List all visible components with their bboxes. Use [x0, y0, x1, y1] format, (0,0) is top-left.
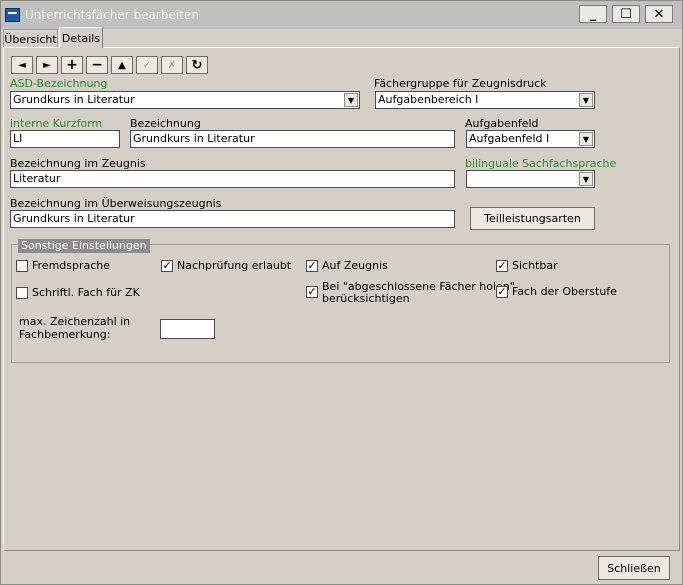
auf-zeugnis-label: Auf Zeugnis — [322, 259, 388, 272]
schriftl-label: Schriftl. Fach für ZK — [32, 286, 140, 299]
faechergruppe-label: Fächergruppe für Zeugnisdruck — [374, 77, 547, 90]
aufgabenfeld-label: Aufgabenfeld — [465, 117, 539, 130]
kurzform-input[interactable]: LI — [10, 130, 120, 148]
chevron-down-icon[interactable]: ▼ — [579, 93, 593, 107]
max-zeichen-label-line2: Fachbemerkung: — [19, 328, 111, 341]
fremdsprache-checkbox[interactable] — [16, 260, 28, 272]
faechergruppe-combobox[interactable]: Aufgabenbereich I ▼ — [375, 91, 595, 109]
cancel-record-button[interactable]: ✗ — [161, 56, 183, 74]
sichtbar-label: Sichtbar — [512, 259, 558, 272]
close-window-button[interactable]: ✕ — [645, 5, 673, 23]
ueberweisung-input[interactable]: Grundkurs in Literatur — [10, 210, 455, 228]
sichtbar-checkbox[interactable]: ✓ — [496, 260, 508, 272]
minimize-button[interactable]: _ — [579, 5, 607, 23]
chevron-down-icon[interactable]: ▼ — [579, 172, 593, 186]
tab-uebersicht[interactable]: Übersicht — [3, 29, 58, 48]
bilingual-combobox[interactable]: ▼ — [466, 170, 595, 188]
dialog-window: Unterrichtsfächer bearbeiten _ ☐ ✕ Übers… — [0, 0, 683, 585]
max-zeichen-input[interactable] — [160, 319, 215, 339]
abgeschlossen-checkbox[interactable]: ✓ — [306, 286, 318, 298]
schliessen-button[interactable]: Schließen — [598, 556, 670, 580]
prev-record-button[interactable]: ◄ — [11, 56, 33, 74]
zeugnis-input[interactable]: Literatur — [10, 170, 455, 188]
nachpruefung-label: Nachprüfung erlaubt — [177, 259, 292, 272]
kurzform-label: interne Kurzform — [10, 117, 103, 130]
delete-record-button[interactable]: − — [86, 56, 108, 74]
bezeichnung-input[interactable]: Grundkurs in Literatur — [130, 130, 455, 148]
app-icon — [5, 8, 20, 22]
oberstufe-label: Fach der Oberstufe — [512, 285, 617, 298]
add-record-button[interactable]: + — [61, 56, 83, 74]
asd-value: Grundkurs in Literatur — [13, 93, 135, 106]
asd-label: ASD-Bezeichnung — [10, 77, 108, 90]
group-title: Sonstige Einstellungen — [18, 239, 150, 253]
window-title: Unterrichtsfächer bearbeiten — [25, 8, 199, 22]
title-bar[interactable]: Unterrichtsfächer bearbeiten _ ☐ ✕ — [1, 1, 682, 29]
teilleistungsarten-button[interactable]: Teilleistungsarten — [470, 207, 595, 230]
tab-details[interactable]: Details — [59, 27, 103, 48]
aufgabenfeld-combobox[interactable]: Aufgabenfeld I ▼ — [466, 130, 595, 148]
next-record-button[interactable]: ► — [36, 56, 58, 74]
zeugnis-label: Bezeichnung im Zeugnis — [10, 157, 146, 170]
schriftl-checkbox[interactable] — [16, 287, 28, 299]
refresh-button[interactable]: ↻ — [186, 56, 208, 74]
oberstufe-checkbox[interactable]: ✓ — [496, 286, 508, 298]
maximize-button[interactable]: ☐ — [612, 5, 640, 23]
abgeschlossen-label-line2: berücksichtigen — [322, 292, 410, 305]
auf-zeugnis-checkbox[interactable]: ✓ — [306, 260, 318, 272]
edit-record-button[interactable]: ▲ — [111, 56, 133, 74]
aufgabenfeld-value: Aufgabenfeld I — [469, 132, 550, 145]
fremdsprache-label: Fremdsprache — [32, 259, 111, 272]
bezeichnung-label: Bezeichnung — [130, 117, 201, 130]
post-record-button[interactable]: ✓ — [136, 56, 158, 74]
max-zeichen-label-line1: max. Zeichenzahl in — [19, 315, 131, 328]
ueberweisung-label: Bezeichnung im Überweisungszeugnis — [10, 197, 222, 210]
faechergruppe-value: Aufgabenbereich I — [378, 93, 479, 106]
nachpruefung-checkbox[interactable]: ✓ — [161, 260, 173, 272]
asd-combobox[interactable]: Grundkurs in Literatur ▼ — [10, 91, 360, 109]
chevron-down-icon[interactable]: ▼ — [344, 93, 358, 107]
chevron-down-icon[interactable]: ▼ — [579, 132, 593, 146]
bilingual-label: bilinguale Sachfachsprache — [465, 157, 617, 170]
